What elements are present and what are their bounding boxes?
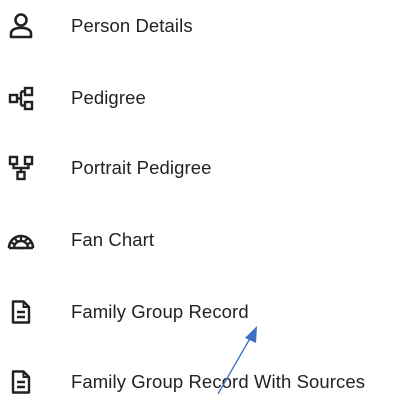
menu-item-label: Person Details	[71, 15, 193, 36]
person-icon	[6, 11, 36, 41]
menu-item-portrait-pedigree[interactable]: Portrait Pedigree	[0, 142, 409, 194]
chart-menu: Person Details Pedigree Portrait Pedigre…	[0, 0, 409, 395]
menu-item-pedigree[interactable]: Pedigree	[0, 72, 409, 124]
fan-chart-icon	[6, 225, 36, 255]
menu-item-label: Fan Chart	[71, 229, 155, 250]
document-icon	[6, 297, 36, 327]
menu-item-fan-chart[interactable]: Fan Chart	[0, 214, 409, 266]
menu-item-label: Portrait Pedigree	[71, 157, 212, 178]
menu-item-family-group-record-with-sources[interactable]: Family Group Record With Sources	[0, 356, 409, 408]
menu-item-label: Family Group Record	[71, 301, 249, 322]
pedigree-icon	[6, 83, 36, 113]
portrait-pedigree-icon	[6, 153, 36, 183]
menu-item-label: Pedigree	[71, 87, 146, 108]
menu-item-label: Family Group Record With Sources	[71, 371, 366, 392]
menu-item-person-details[interactable]: Person Details	[0, 0, 409, 52]
document-icon	[6, 367, 36, 397]
menu-item-family-group-record[interactable]: Family Group Record	[0, 286, 409, 338]
